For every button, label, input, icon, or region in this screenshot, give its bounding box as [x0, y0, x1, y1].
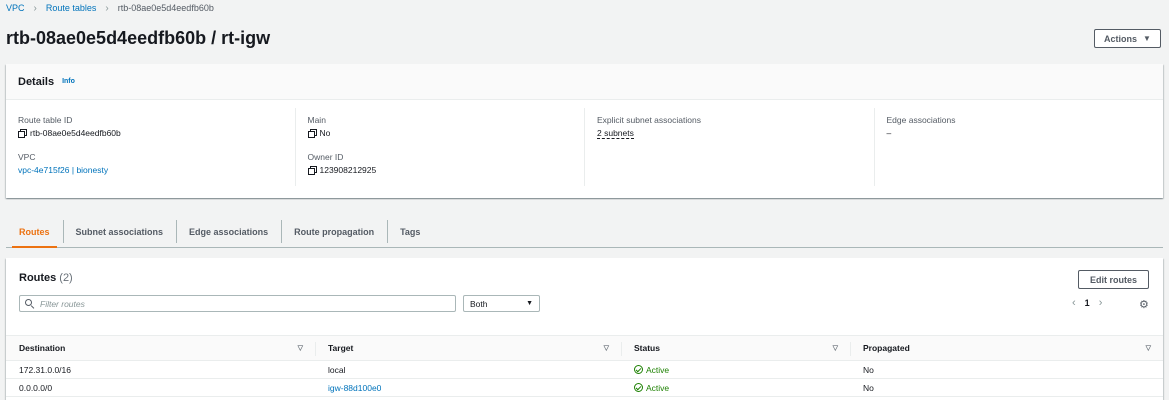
explicit-subnet-label: Explicit subnet associations — [597, 115, 701, 125]
actions-button[interactable]: Actions ▼ — [1094, 29, 1161, 48]
pagination: ‹ 1 › — [1072, 297, 1102, 309]
main-label: Main — [307, 115, 326, 125]
chevron-right-icon: › — [105, 2, 109, 14]
edge-associations-label: Edge associations — [886, 115, 956, 125]
tab-tags[interactable]: Tags — [387, 217, 433, 247]
sort-icon: ▽ — [1145, 345, 1151, 352]
routes-count: (2) — [59, 272, 73, 284]
copy-icon[interactable] — [18, 129, 27, 138]
details-column-1: Route table ID rtb-08ae0e5d4eedfb60b VPC… — [6, 108, 296, 186]
main-value: No — [319, 128, 331, 138]
table-row: 172.31.0.0/16 local Active No — [6, 361, 1163, 379]
page-number[interactable]: 1 — [1085, 298, 1090, 308]
edit-routes-button[interactable]: Edit routes — [1078, 270, 1149, 289]
details-column-3: Explicit subnet associations 2 subnets — [585, 108, 875, 186]
route-table-id-label: Route table ID — [18, 115, 73, 125]
route-table-id-field: Route table ID rtb-08ae0e5d4eedfb60b — [18, 115, 283, 138]
sort-icon: ▽ — [603, 345, 609, 352]
copy-icon[interactable] — [307, 129, 317, 138]
chevron-right-icon[interactable]: › — [1099, 297, 1103, 309]
sort-icon: ▽ — [832, 345, 838, 352]
tab-edge-associations[interactable]: Edge associations — [176, 217, 281, 247]
owner-id-label: Owner ID — [307, 152, 344, 162]
details-column-2: Main No Owner ID 123908212925 — [296, 108, 585, 186]
status-text: Active — [646, 364, 670, 375]
edge-associations-value: – — [886, 128, 892, 138]
column-header-target[interactable]: Target ▽ — [315, 336, 621, 360]
vpc-field: VPC vpc-4e715f26 | bionesty — [18, 152, 283, 175]
target-igw-link[interactable]: igw-88d100e0 — [328, 383, 381, 393]
caret-down-icon: ▼ — [526, 300, 533, 307]
table-header: Destination ▽ Target ▽ Status ▽ Propagated ▽ — [6, 335, 1163, 361]
explicit-subnet-value[interactable]: 2 subnets — [597, 128, 634, 139]
info-link[interactable]: Info — [62, 78, 75, 85]
breadcrumb: VPC › Route tables › rtb-08ae0e5d4eedfb6… — [6, 2, 214, 14]
table-row: 0.0.0.0/0 igw-88d100e0 Active No — [6, 379, 1163, 397]
check-circle-icon — [634, 365, 643, 374]
tab-bar: Routes Subnet associations Edge associat… — [6, 217, 1163, 248]
target-cell: local — [328, 364, 346, 375]
details-column-4: Edge associations – — [875, 108, 1164, 186]
routes-header: Routes (2) — [19, 272, 73, 284]
status-cell: Active — [621, 361, 850, 378]
tab-subnet-associations[interactable]: Subnet associations — [62, 217, 177, 247]
vpc-link[interactable]: vpc-4e715f26 | bionesty — [18, 165, 108, 175]
status-text: Active — [646, 382, 670, 393]
page-title: rtb-08ae0e5d4eedfb60b / rt-igw — [6, 28, 271, 48]
column-header-propagated[interactable]: Propagated ▽ — [850, 336, 1163, 360]
main-field: Main No — [307, 115, 573, 138]
tab-routes[interactable]: Routes — [6, 217, 63, 248]
route-type-select-value: Both — [470, 298, 488, 309]
vpc-label: VPC — [18, 152, 36, 162]
check-circle-icon — [634, 383, 643, 392]
details-title: Details — [18, 75, 55, 88]
actions-button-label: Actions — [1104, 33, 1138, 44]
tab-route-propagation[interactable]: Route propagation — [281, 217, 387, 247]
explicit-subnet-field: Explicit subnet associations 2 subnets — [597, 115, 862, 139]
route-type-select[interactable]: Both ▼ — [463, 295, 540, 312]
details-header: Details Info — [6, 64, 1163, 100]
filter-routes-box[interactable] — [19, 295, 456, 312]
breadcrumb-route-tables-link[interactable]: Route tables — [46, 3, 97, 13]
destination-cell: 0.0.0.0/0 — [19, 382, 53, 393]
owner-id-value: 123908212925 — [319, 165, 377, 175]
column-header-destination[interactable]: Destination ▽ — [6, 336, 315, 360]
routes-panel: Routes(2) Edit routes Both ▼ ‹ 1 › ⚙ Des… — [6, 258, 1163, 400]
column-header-status[interactable]: Status ▽ — [621, 336, 850, 360]
breadcrumb-current: rtb-08ae0e5d4eedfb60b — [117, 3, 214, 13]
sort-icon: ▽ — [297, 345, 303, 352]
route-table-id-value: rtb-08ae0e5d4eedfb60b — [30, 128, 121, 138]
copy-icon[interactable] — [307, 166, 317, 175]
chevron-left-icon[interactable]: ‹ — [1072, 297, 1076, 309]
target-cell: igw-88d100e0 — [315, 379, 621, 396]
status-cell: Active — [621, 379, 850, 396]
routes-title: Routes — [19, 272, 57, 284]
propagated-cell: No — [863, 382, 874, 393]
chevron-right-icon: › — [33, 2, 37, 14]
search-icon — [25, 299, 34, 308]
details-panel: Details Info Route table ID rtb-08ae0e5d… — [6, 64, 1163, 198]
filter-routes-input[interactable] — [40, 298, 440, 309]
breadcrumb-vpc-link[interactable]: VPC — [6, 3, 25, 13]
destination-cell: 172.31.0.0/16 — [19, 364, 71, 375]
gear-icon[interactable]: ⚙ — [1139, 298, 1149, 311]
details-grid: Route table ID rtb-08ae0e5d4eedfb60b VPC… — [6, 100, 1163, 198]
caret-down-icon: ▼ — [1143, 34, 1151, 43]
owner-id-field: Owner ID 123908212925 — [307, 152, 573, 175]
routes-table: Destination ▽ Target ▽ Status ▽ Propagated ▽… — [6, 335, 1163, 397]
edge-associations-field: Edge associations – — [887, 115, 1152, 138]
propagated-cell: No — [863, 364, 874, 375]
